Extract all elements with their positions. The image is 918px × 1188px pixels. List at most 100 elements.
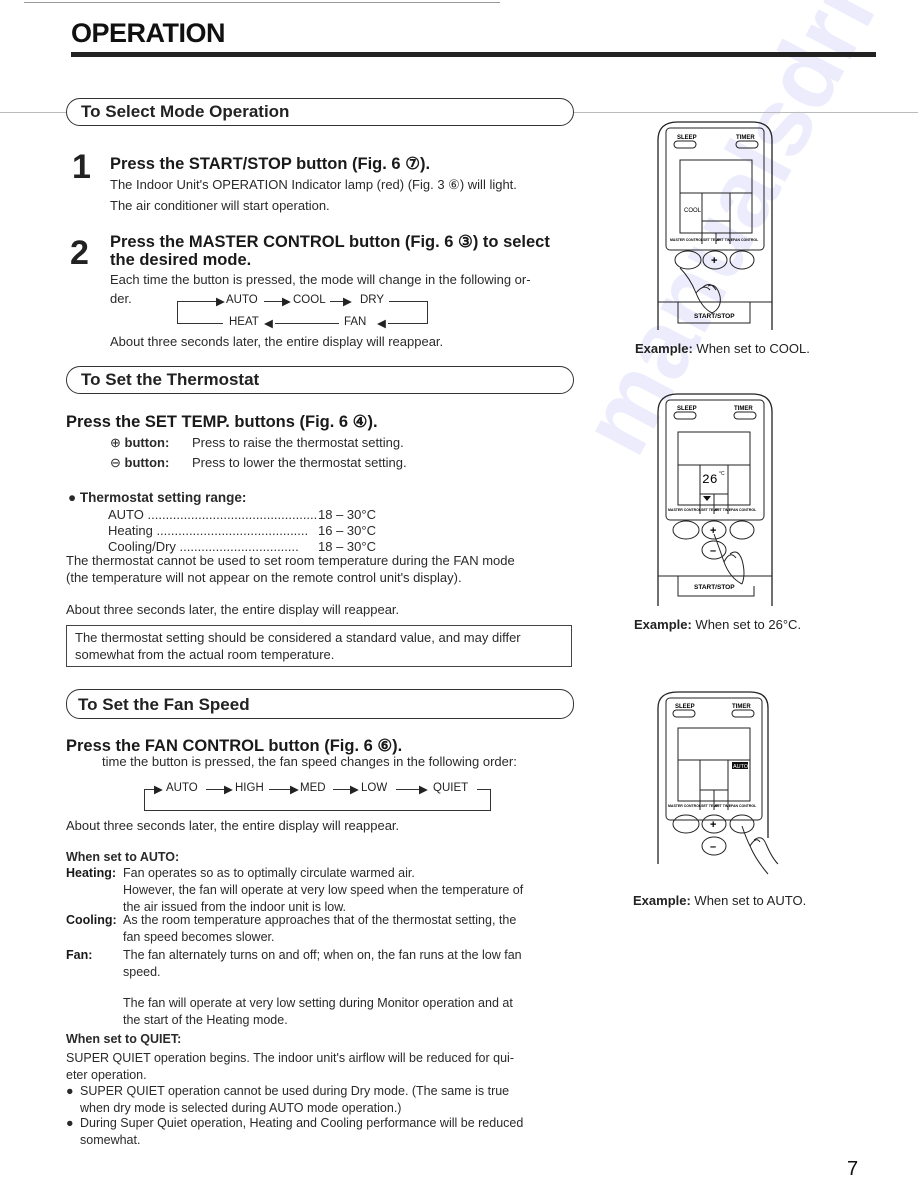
section-instruction: Press the SET TEMP. buttons (Fig. 6 ④). — [66, 413, 378, 431]
definition-term: Cooling: — [66, 913, 117, 927]
step-text: Each time the button is pressed, the mod… — [110, 272, 531, 287]
section-rule-right — [574, 112, 918, 113]
display-mode: COOL — [684, 208, 702, 214]
monitor-note-line: The fan will operate at very low setting… — [123, 996, 513, 1010]
fan-control-button — [729, 250, 755, 270]
master-control-button — [672, 520, 700, 540]
flow-line — [490, 789, 491, 811]
step-heading: the desired mode. — [110, 251, 252, 269]
plus-circle-icon: ⊕ — [110, 435, 121, 450]
definition-text: Fan operates so as to optimally circulat… — [123, 865, 523, 916]
lcd-display — [679, 159, 753, 234]
flow-line — [477, 789, 490, 790]
fan-control-button — [729, 520, 755, 540]
flow-item: QUIET — [433, 782, 469, 794]
display-fan-mode: AUTO — [733, 764, 749, 770]
definition-term: Fan: — [66, 948, 93, 962]
master-control-label: MASTER CONTROL — [670, 238, 704, 242]
note-text: somewhat from the actual room temperatur… — [75, 647, 335, 662]
fan-control-label: FAN CONTROL — [731, 804, 757, 808]
title-underline — [71, 52, 876, 57]
flow-item: AUTO — [226, 294, 258, 306]
remote-illustration-temp: SLEEP TIMER 26 °C MASTER CONTROL SET TEM… — [657, 393, 773, 606]
set-time-label: SET TIME — [717, 238, 734, 242]
range-value: 16 – 30°C — [318, 523, 376, 538]
quiet-text: SUPER QUIET operation begins. The indoor… — [66, 1050, 514, 1084]
master-control-button — [674, 250, 702, 270]
timer-label: TIMER — [732, 704, 751, 710]
remote-illustration-fan: SLEEP TIMER AUTO MASTER CONTROL SET TEMP… — [657, 691, 779, 875]
reappear-text: About three seconds later, the entire di… — [66, 602, 400, 617]
example-caption: Example: When set to COOL. — [635, 341, 810, 356]
timer-label: TIMER — [734, 406, 753, 412]
master-control-label: MASTER CONTROL — [668, 804, 702, 808]
display-unit: °C — [719, 471, 725, 477]
bullet-line: somewhat. — [80, 1133, 141, 1147]
quiet-line: eter operation. — [66, 1068, 147, 1082]
example-label: Example: — [634, 617, 692, 632]
flow-item: AUTO — [166, 782, 198, 794]
section-heading-fan: To Set the Fan Speed — [66, 689, 574, 719]
example-text: When set to AUTO. — [690, 893, 807, 908]
section-heading-thermostat: To Set the Thermostat — [66, 366, 574, 394]
note-box: The thermostat setting should be conside… — [66, 625, 572, 667]
master-control-button — [672, 814, 700, 834]
range-heading: ● Thermostat setting range: — [68, 488, 246, 508]
range-row: AUTO ...................................… — [108, 507, 317, 522]
section-title: To Select Mode Operation — [81, 102, 290, 121]
minus-button-row: ⊖ button: — [110, 453, 169, 473]
sleep-button — [672, 709, 696, 718]
bullet-icon: ● — [66, 1116, 74, 1130]
monitor-note: The fan will operate at very low setting… — [123, 995, 513, 1029]
flow-item: DRY — [360, 294, 385, 306]
definition-line: As the room temperature approaches that … — [123, 913, 517, 927]
example-text: When set to COOL. — [692, 341, 810, 356]
flow-line — [427, 301, 428, 324]
set-time-label: SET TIME — [715, 508, 732, 512]
bullet-item: ● SUPER QUIET operation cannot be used d… — [66, 1083, 509, 1117]
example-caption: Example: When set to 26°C. — [634, 617, 801, 632]
minus-button-desc: Press to lower the thermostat setting. — [192, 455, 407, 470]
definition-line: fan speed becomes slower. — [123, 930, 275, 944]
definition-text: As the room temperature approaches that … — [123, 912, 516, 946]
flow-arrow: ▶ — [282, 296, 291, 308]
down-triangle-icon — [703, 496, 711, 501]
section-title: To Set the Thermostat — [81, 370, 260, 389]
flow-line — [177, 301, 178, 324]
master-control-label: MASTER CONTROL — [668, 508, 702, 512]
note-text: The thermostat setting should be conside… — [75, 630, 521, 645]
minus-circle-icon: ⊖ — [110, 455, 121, 470]
definition-text: The fan alternately turns on and off; wh… — [123, 947, 522, 981]
display-temperature: 26 — [702, 472, 718, 487]
minus-icon: – — [710, 841, 716, 853]
definition-line: However, the fan will operate at very lo… — [123, 883, 524, 897]
bullet-icon: ● — [66, 1084, 74, 1098]
monitor-note-line: the start of the Heating mode. — [123, 1013, 288, 1027]
flow-line — [275, 323, 339, 324]
timer-button — [731, 709, 755, 718]
flow-arrow: ◀ — [377, 318, 386, 330]
page-title: OPERATION — [71, 18, 226, 48]
plus-icon: + — [711, 255, 717, 267]
minus-icon: – — [710, 545, 716, 557]
fan-control-label: FAN CONTROL — [733, 238, 759, 242]
flow-item: COOL — [293, 294, 326, 306]
flow-arrow: ▶ — [290, 784, 299, 796]
bullet-line: SUPER QUIET operation cannot be used dur… — [80, 1084, 510, 1098]
range-mode: Heating — [108, 523, 153, 538]
bullet-item: ● During Super Quiet operation, Heating … — [66, 1115, 523, 1149]
definition-line: Fan operates so as to optimally circulat… — [123, 866, 415, 880]
range-row: Heating ................................… — [108, 523, 308, 538]
fan-mode-note: (the temperature will not appear on the … — [66, 570, 462, 585]
range-value: 18 – 30°C — [318, 507, 376, 522]
fan-control-button — [729, 814, 755, 834]
pointing-hand-icon — [741, 825, 779, 875]
timer-label: TIMER — [736, 135, 755, 141]
flow-line — [144, 810, 491, 811]
flow-arrow: ▶ — [343, 296, 352, 308]
quiet-line: SUPER QUIET operation begins. The indoor… — [66, 1051, 514, 1065]
flow-arrow: ◀ — [264, 318, 273, 330]
definition-line: The fan alternately turns on and off; wh… — [123, 948, 522, 962]
flow-item: HIGH — [235, 782, 264, 794]
plus-icon: + — [710, 819, 716, 831]
